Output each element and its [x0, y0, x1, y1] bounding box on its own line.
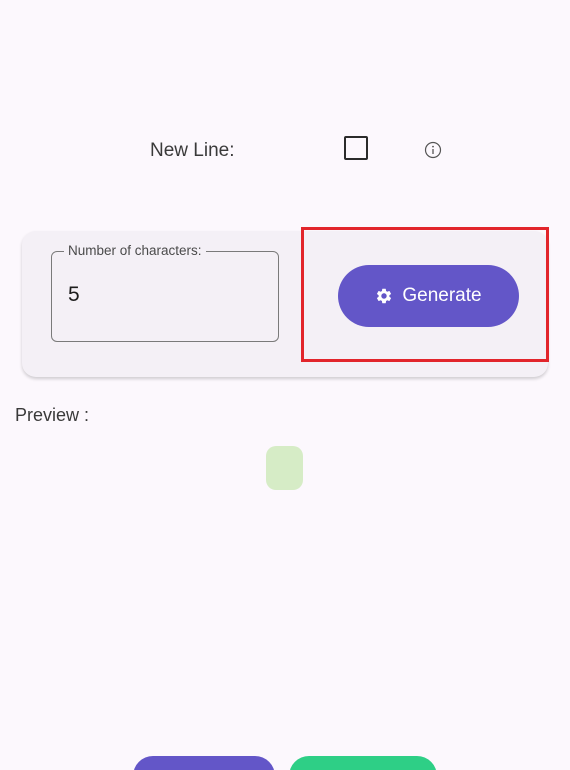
character-count-input[interactable] [68, 283, 258, 307]
preview-label: Preview : [15, 405, 90, 425]
new-line-label: New Line: [150, 140, 235, 161]
highlight-box [301, 227, 549, 362]
new-line-checkbox[interactable] [344, 136, 368, 160]
bottom-primary-button[interactable] [133, 756, 275, 770]
info-icon[interactable] [424, 141, 442, 159]
app-screen: New Line: Number of characters: Generate… [0, 0, 570, 770]
preview-chip [266, 446, 303, 490]
bottom-secondary-button[interactable] [289, 756, 437, 770]
character-count-label: Number of characters: [64, 242, 206, 260]
